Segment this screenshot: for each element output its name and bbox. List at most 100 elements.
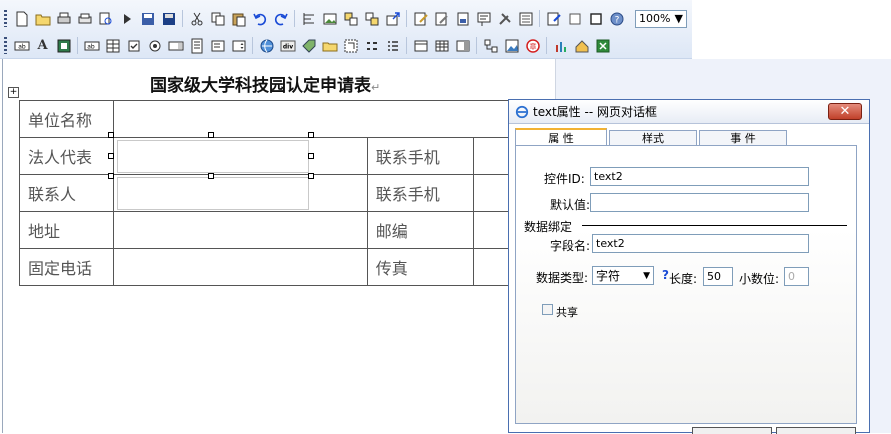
chart-icon[interactable] [551, 36, 570, 55]
resize-handle[interactable] [108, 132, 114, 138]
undo-icon[interactable] [250, 9, 269, 28]
toolbar-grip[interactable] [4, 37, 7, 54]
new-file-icon[interactable] [12, 9, 31, 28]
frame-select-icon[interactable] [341, 36, 360, 55]
label-cell: 单位名称 [19, 100, 114, 138]
checkbox-icon[interactable] [124, 36, 143, 55]
home-icon[interactable] [572, 36, 591, 55]
properties-panel: 控件ID: text2 默认值: 数据绑定 字段名: text2 数据类型: 字… [515, 145, 857, 424]
combo-field-icon[interactable]: ab [82, 36, 101, 55]
tree-icon[interactable] [187, 36, 206, 55]
print-icon[interactable] [54, 9, 73, 28]
image-field-icon[interactable] [54, 36, 73, 55]
save-all-icon[interactable] [159, 9, 178, 28]
label-cell: 邮编 [366, 211, 474, 249]
image-icon[interactable] [320, 9, 339, 28]
connector-icon[interactable] [481, 36, 500, 55]
excel-icon[interactable] [593, 36, 612, 55]
edit-icon[interactable] [411, 9, 430, 28]
ie-icon [515, 105, 529, 118]
cut-icon[interactable] [187, 9, 206, 28]
select-field-icon[interactable] [208, 36, 227, 55]
tag-icon[interactable] [299, 36, 318, 55]
move-icon[interactable] [341, 9, 360, 28]
resize-handle[interactable] [208, 173, 214, 179]
controls-toolbar: ab A ab div 章 [0, 32, 891, 59]
close-button[interactable]: ✕ [828, 103, 862, 120]
redo-icon[interactable] [271, 9, 290, 28]
table-anchor-icon[interactable]: + [8, 87, 19, 98]
resize-handle[interactable] [308, 173, 314, 179]
grid-field-icon[interactable] [103, 36, 122, 55]
label-cell: 法人代表 [19, 137, 114, 175]
send-icon[interactable] [383, 9, 402, 28]
form-icon[interactable] [474, 9, 493, 28]
spinner-icon[interactable] [229, 36, 248, 55]
toolbar-separator [294, 10, 295, 27]
contact-textbox[interactable] [117, 176, 309, 210]
play-icon[interactable] [117, 9, 136, 28]
checkbox-empty-icon[interactable] [565, 9, 584, 28]
edit-page-icon[interactable] [432, 9, 451, 28]
split-table-icon[interactable] [453, 36, 472, 55]
help-icon[interactable]: ? [607, 9, 626, 28]
globe-icon[interactable] [257, 36, 276, 55]
font-icon[interactable]: A [33, 36, 52, 55]
contact-cell[interactable] [113, 174, 368, 212]
resize-handle[interactable] [308, 153, 314, 159]
control-id-input[interactable]: text2 [590, 167, 809, 186]
toolbar-grip[interactable] [4, 10, 7, 27]
field-name-input[interactable]: text2 [592, 234, 809, 253]
legal-rep-cell[interactable] [113, 137, 368, 175]
zoom-select[interactable]: 100% ▼ [635, 9, 687, 28]
default-value-input[interactable] [590, 193, 809, 212]
radio-icon[interactable] [145, 36, 164, 55]
label-cell: 地址 [19, 211, 114, 249]
length-label: 长度: [669, 272, 698, 286]
copy-icon[interactable] [208, 9, 227, 28]
paste-icon[interactable] [229, 9, 248, 28]
resize-handle[interactable] [208, 132, 214, 138]
dotted-list-icon[interactable] [383, 36, 402, 55]
data-type-select[interactable]: 字符 ▼ [592, 266, 654, 285]
help-icon[interactable]: ? [662, 268, 669, 282]
grid-table-icon[interactable] [432, 36, 451, 55]
tools-icon[interactable] [495, 9, 514, 28]
div-icon[interactable]: div [278, 36, 297, 55]
decimals-input[interactable]: 0 [784, 267, 809, 286]
resize-handle[interactable] [108, 173, 114, 179]
open-folder-icon[interactable] [33, 9, 52, 28]
properties-dialog: text属性 -- 网页对话框 ✕ 属 性 样式 事 件 控件ID: text2… [508, 99, 870, 434]
length-input[interactable]: 50 [703, 267, 733, 286]
zoom-value: 100% [639, 12, 671, 25]
picture-icon[interactable] [502, 36, 521, 55]
table-icon[interactable] [411, 36, 430, 55]
tab-properties[interactable]: 属 性 [515, 128, 607, 145]
dialog-titlebar[interactable]: text属性 -- 网页对话框 [509, 100, 869, 124]
page-icon[interactable] [453, 9, 472, 28]
resize-handle[interactable] [308, 132, 314, 138]
resize-handle[interactable] [108, 153, 114, 159]
tab-style[interactable]: 样式 [609, 130, 697, 145]
share-checkbox[interactable] [542, 304, 553, 315]
pen-doc-icon[interactable] [544, 9, 563, 28]
tab-events[interactable]: 事 件 [699, 130, 787, 145]
option-list-icon[interactable] [362, 36, 381, 55]
listbox-icon[interactable] [166, 36, 185, 55]
stamp-icon[interactable]: 章 [523, 36, 542, 55]
chevron-down-icon: ▼ [643, 270, 650, 281]
svg-text:?: ? [614, 15, 619, 25]
phone-cell[interactable] [113, 248, 368, 286]
align-left-icon[interactable] [299, 9, 318, 28]
print-preview-icon[interactable] [75, 9, 94, 28]
folder-icon[interactable] [320, 36, 339, 55]
search-icon[interactable] [96, 9, 115, 28]
address-cell[interactable] [113, 211, 368, 249]
text2-textbox[interactable] [117, 139, 309, 173]
document-icon[interactable] [516, 9, 535, 28]
textbox-icon[interactable]: ab [12, 36, 31, 55]
selected-textbox[interactable] [117, 139, 364, 173]
frame-icon[interactable] [586, 9, 605, 28]
save-icon[interactable] [138, 9, 157, 28]
copy-object-icon[interactable] [362, 9, 381, 28]
